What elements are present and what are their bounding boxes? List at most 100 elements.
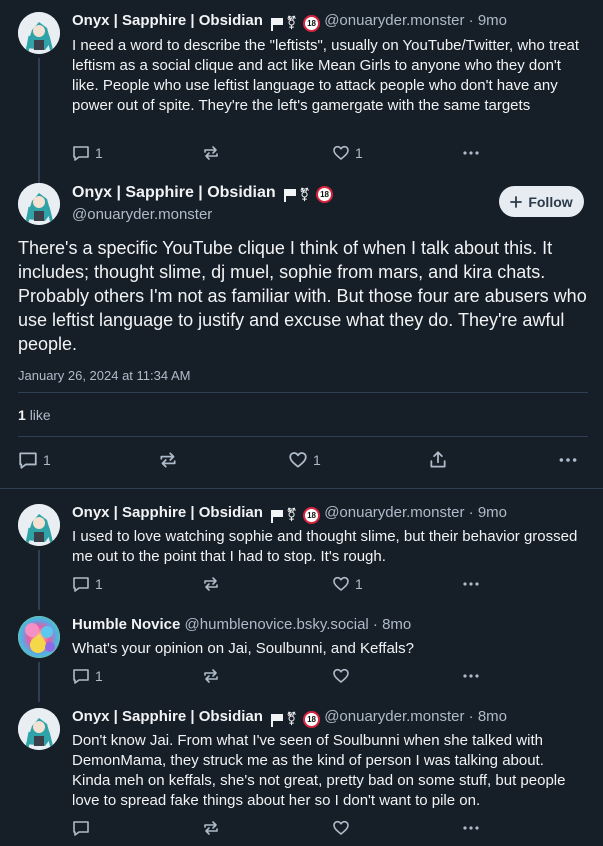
avatar[interactable]	[18, 708, 60, 750]
like-summary[interactable]: 1 like	[18, 407, 51, 423]
flag-icon	[271, 713, 284, 727]
post-header: Onyx | Sapphire | Obsidian ⚧ 18 @onuaryde…	[72, 707, 507, 729]
like-button[interactable]: 1	[332, 575, 363, 593]
like-summary-count: 1	[18, 407, 26, 423]
repost-icon	[204, 669, 218, 683]
divider	[18, 436, 588, 437]
post-time[interactable]: 8mo	[382, 616, 411, 633]
like-count: 1	[355, 576, 363, 592]
avatar[interactable]	[18, 12, 60, 54]
post-actions	[72, 819, 492, 839]
reply-count: 1	[43, 452, 51, 468]
reply-button[interactable]: 1	[72, 667, 103, 685]
author-name[interactable]: Humble Novice	[72, 616, 180, 633]
reply-button[interactable]: 1	[18, 450, 51, 470]
reply-icon	[73, 146, 89, 161]
avatar[interactable]	[18, 616, 60, 658]
share-icon	[430, 451, 446, 468]
like-icon	[289, 452, 307, 468]
more-button[interactable]	[462, 819, 480, 837]
profile-badges: ⚧ 18	[271, 13, 321, 33]
age-18-icon: 18	[303, 710, 321, 728]
like-button[interactable]: 1	[288, 450, 321, 470]
more-button[interactable]	[462, 144, 480, 162]
post-actions: 1 1	[72, 144, 492, 164]
flag-icon	[271, 17, 284, 31]
repost-icon	[204, 577, 218, 591]
trans-symbol-icon: ⚧	[286, 711, 298, 727]
avatar[interactable]	[18, 183, 60, 225]
repost-icon	[204, 146, 218, 160]
post-text: I used to love watching sophie and thoug…	[72, 528, 578, 565]
post-header: Onyx | Sapphire | Obsidian ⚧ 18 @onuaryde…	[72, 11, 507, 33]
repost-icon	[204, 821, 218, 835]
post-text: Don't know Jai. From what I've seen of S…	[72, 732, 566, 809]
reply-icon	[73, 669, 89, 684]
author-name[interactable]: Onyx | Sapphire | Obsidian	[72, 184, 276, 201]
separator-dot: ·	[372, 616, 378, 633]
reply-button[interactable]: 1	[72, 575, 103, 593]
separator-dot: ·	[468, 708, 474, 725]
repost-button[interactable]	[202, 819, 220, 837]
age-18-icon: 18	[303, 14, 321, 32]
post-header: Onyx | Sapphire | Obsidian ⚧ 18 @onuaryde…	[72, 503, 507, 525]
post-text: What's your opinion on Jai, Soulbunni, a…	[72, 640, 414, 657]
reply-button[interactable]	[72, 819, 90, 837]
post-date[interactable]: January 26, 2024 at 11:34 AM	[18, 368, 191, 383]
author-name[interactable]: Onyx | Sapphire | Obsidian	[72, 708, 263, 725]
main-post-text: There's a specific YouTube clique I thin…	[18, 238, 587, 354]
divider	[0, 488, 603, 489]
post-actions: 1	[72, 667, 492, 687]
repost-button[interactable]	[158, 450, 178, 470]
age-18-icon: 18	[303, 506, 321, 524]
like-icon	[333, 668, 349, 683]
age-18-icon: 18	[316, 186, 334, 204]
author-handle[interactable]: @onuaryder.monster	[324, 12, 464, 29]
like-button[interactable]	[332, 667, 350, 685]
author-name[interactable]: Onyx | Sapphire | Obsidian	[72, 12, 263, 29]
more-icon	[463, 674, 479, 678]
main-post-header: Onyx | Sapphire | Obsidian ⚧ 18	[72, 184, 334, 204]
trans-symbol-icon: ⚧	[299, 186, 311, 202]
like-icon	[333, 820, 349, 835]
follow-button[interactable]: Follow	[499, 186, 584, 217]
repost-button[interactable]	[202, 667, 220, 685]
post-time[interactable]: 9mo	[478, 12, 507, 29]
more-icon	[463, 151, 479, 155]
separator-dot: ·	[468, 12, 474, 29]
like-count: 1	[355, 145, 363, 161]
post-time[interactable]: 9mo	[478, 504, 507, 521]
reply-button[interactable]: 1	[72, 144, 103, 162]
post-time[interactable]: 8mo	[478, 708, 507, 725]
divider	[18, 392, 588, 393]
like-summary-word: like	[29, 407, 51, 423]
repost-button[interactable]	[202, 144, 220, 162]
more-button[interactable]	[462, 667, 480, 685]
more-button[interactable]	[558, 450, 578, 470]
plus-icon	[510, 195, 523, 208]
share-button[interactable]	[428, 450, 448, 470]
reply-count: 1	[95, 145, 103, 161]
post-header: Humble Novice @humblenovice.bsky.social …	[72, 615, 411, 635]
like-button[interactable]: 1	[332, 144, 363, 162]
author-name[interactable]: Onyx | Sapphire | Obsidian	[72, 504, 263, 521]
separator-dot: ·	[468, 504, 474, 521]
more-icon	[463, 582, 479, 586]
avatar[interactable]	[18, 504, 60, 546]
reply-icon	[73, 821, 89, 836]
like-button[interactable]	[332, 819, 350, 837]
reply-count: 1	[95, 668, 103, 684]
post-actions: 1 1	[72, 575, 492, 595]
follow-label: Follow	[528, 193, 573, 210]
author-handle[interactable]: @humblenovice.bsky.social	[185, 616, 369, 633]
author-handle[interactable]: @onuaryder.monster	[324, 504, 464, 521]
trans-symbol-icon: ⚧	[286, 507, 298, 523]
more-button[interactable]	[462, 575, 480, 593]
author-handle[interactable]: @onuaryder.monster	[324, 708, 464, 725]
thread-line	[38, 662, 40, 702]
flag-icon	[284, 189, 297, 203]
reply-count: 1	[95, 576, 103, 592]
author-handle[interactable]: @onuaryder.monster	[72, 206, 212, 223]
repost-button[interactable]	[202, 575, 220, 593]
profile-badges: ⚧ 18	[271, 505, 321, 525]
